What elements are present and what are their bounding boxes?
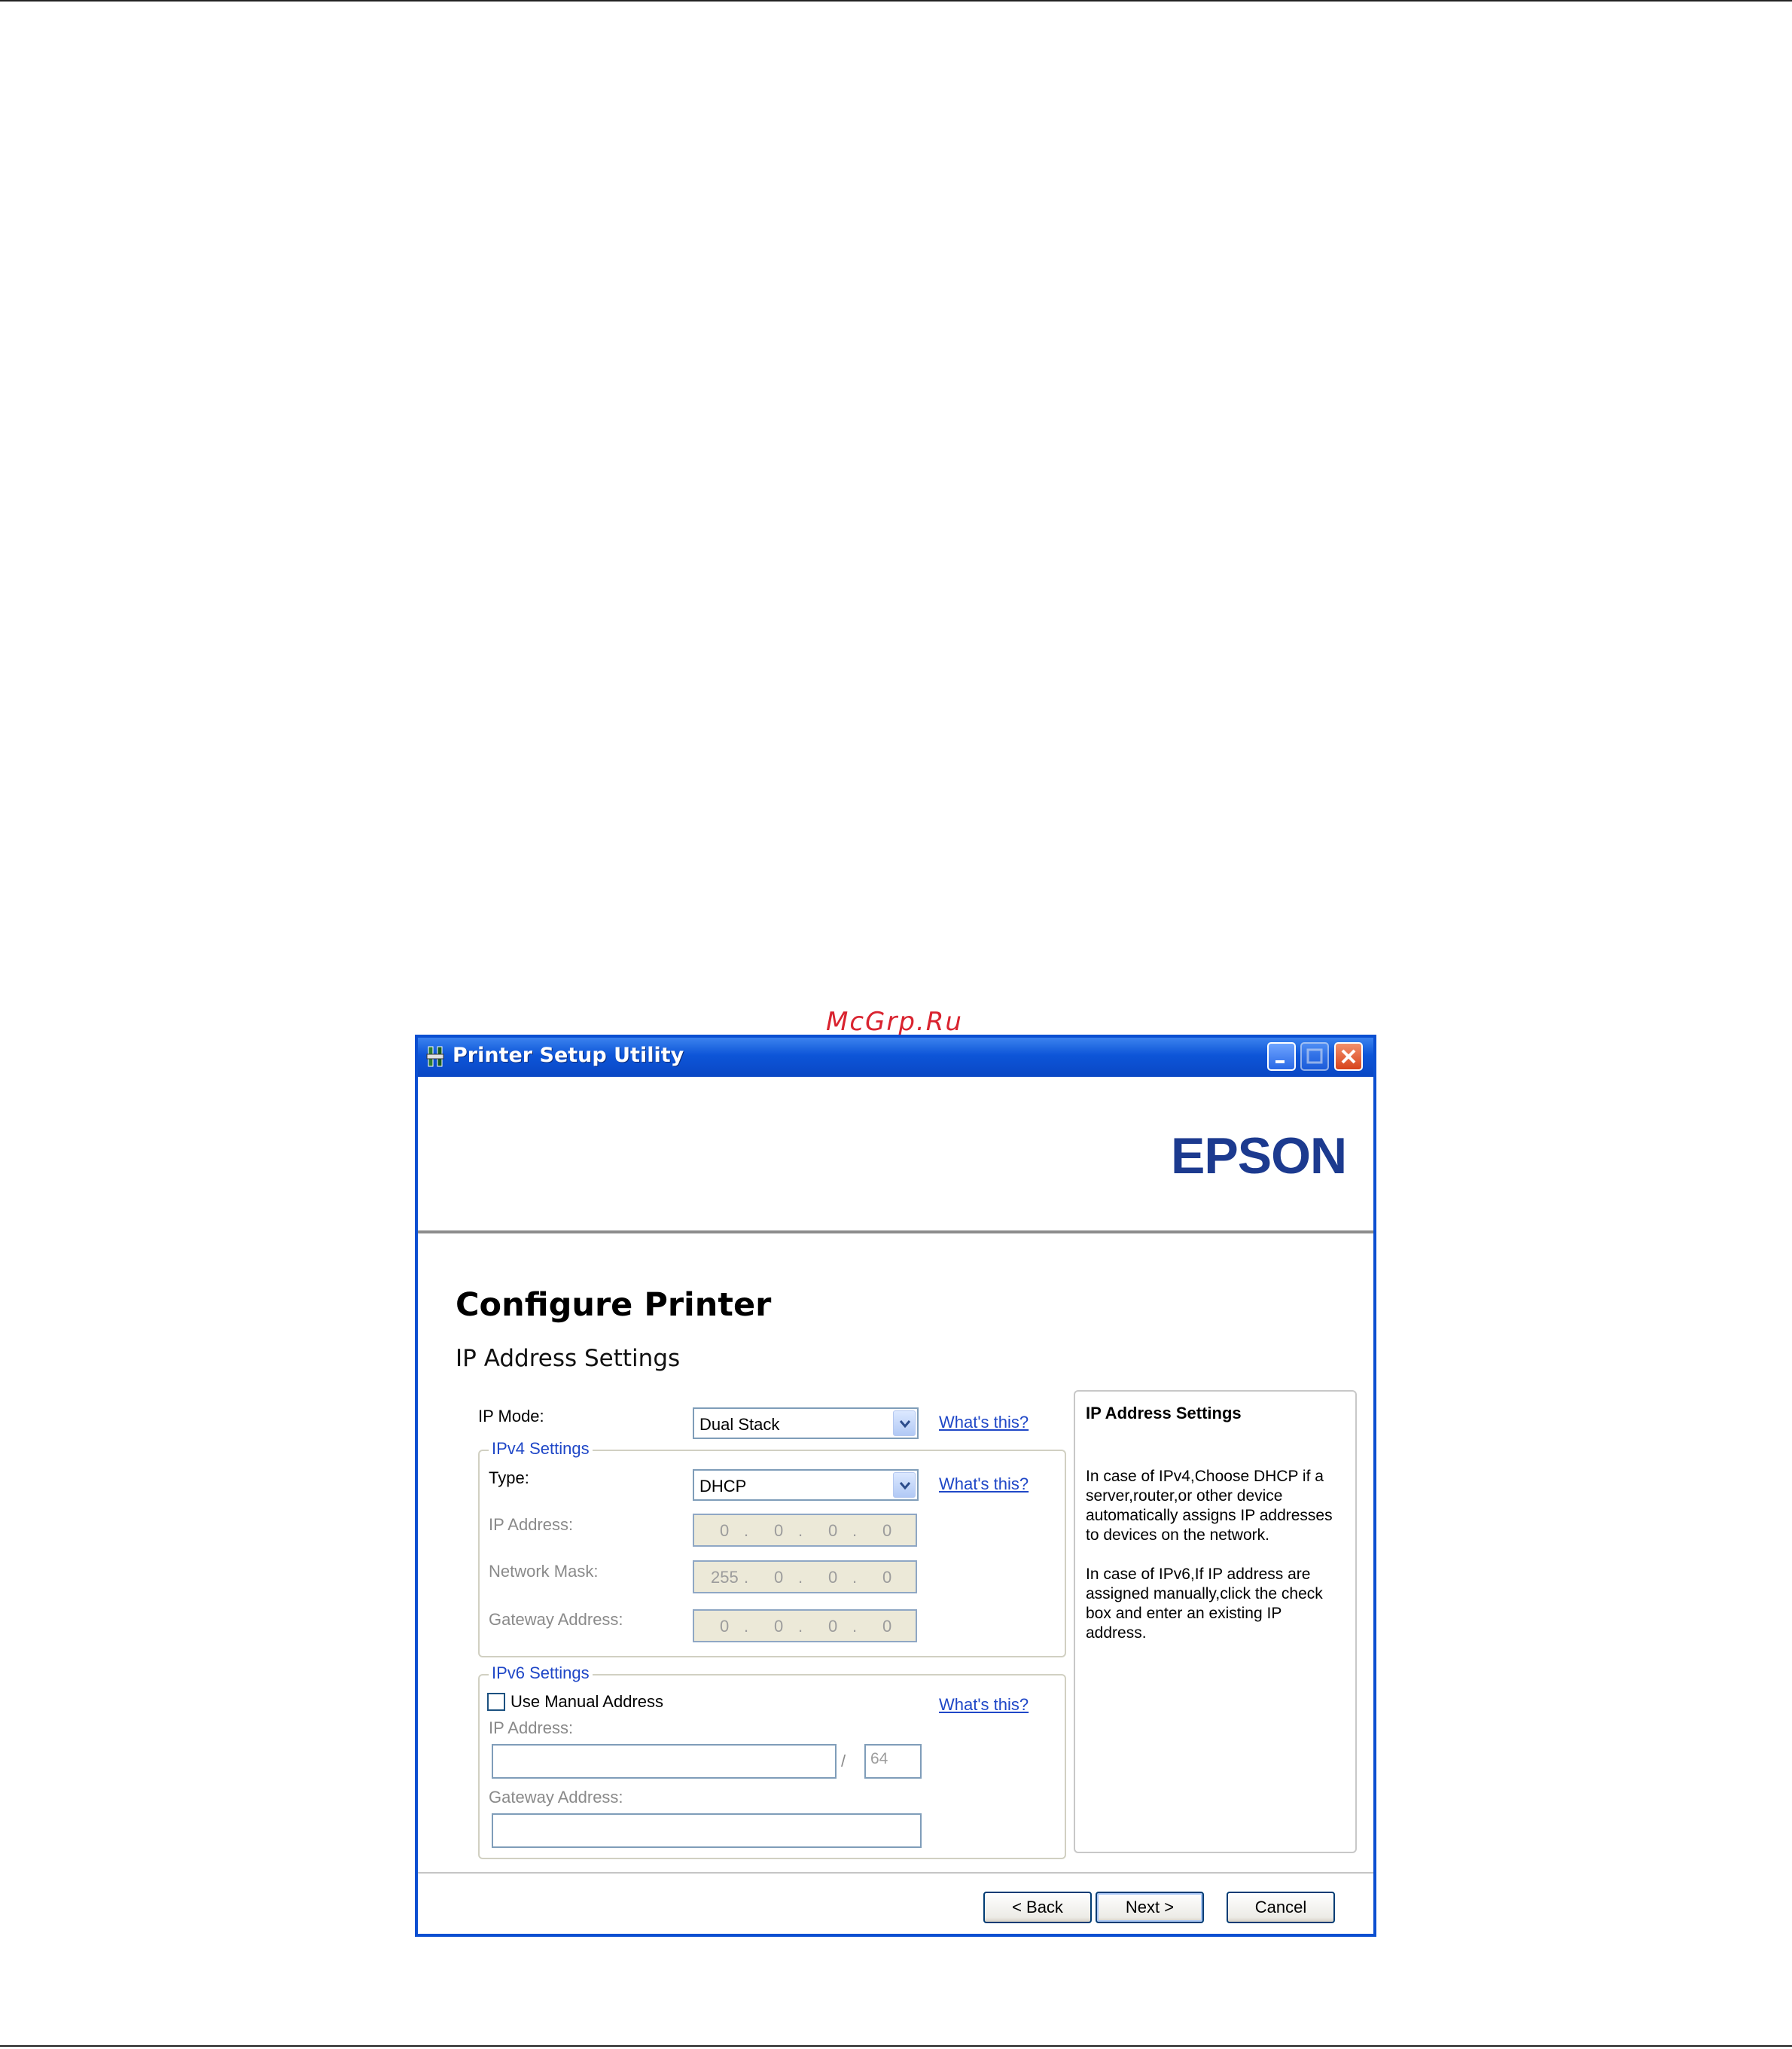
ipv4-type-value: DHCP [699, 1477, 747, 1496]
prefix-separator: / [841, 1752, 846, 1770]
ip-mode-select[interactable]: Dual Stack [693, 1407, 919, 1439]
epson-logo: EPSON [1171, 1127, 1347, 1185]
maximize-icon [1306, 1048, 1323, 1064]
footer-divider [418, 1872, 1373, 1874]
octet-4: 0 [882, 1617, 892, 1636]
ipv4-type-dropdown-button[interactable] [893, 1472, 916, 1498]
minimize-button[interactable] [1267, 1042, 1296, 1071]
octet-1: 0 [720, 1617, 730, 1636]
ipv6-prefix-length-value: 64 [870, 1750, 888, 1767]
watermark: McGrp.Ru [826, 1007, 963, 1037]
octet-dot: . [852, 1617, 858, 1636]
octet-dot: . [744, 1617, 749, 1636]
octet-dot: . [798, 1521, 803, 1540]
printer-setup-window: Printer Setup Utility EPSON Configure Pr… [415, 1035, 1376, 1937]
close-icon [1341, 1049, 1356, 1064]
next-button[interactable]: Next > [1096, 1892, 1204, 1923]
back-button[interactable]: < Back [983, 1892, 1092, 1923]
page-top-rule [0, 0, 1792, 2]
octet-4: 0 [882, 1568, 892, 1587]
maximize-button[interactable] [1300, 1042, 1329, 1071]
header-banner: EPSON [418, 1077, 1373, 1230]
octet-1: 255 [711, 1568, 739, 1587]
minimize-icon [1275, 1060, 1285, 1063]
octet-4: 0 [882, 1521, 892, 1540]
use-manual-address-checkbox[interactable] [487, 1693, 505, 1711]
window-title: Printer Setup Utility [453, 1044, 684, 1067]
octet-3: 0 [828, 1617, 838, 1636]
close-button[interactable] [1334, 1042, 1363, 1071]
page-title: Configure Printer [456, 1286, 772, 1324]
ipv4-type-label: Type: [489, 1468, 529, 1487]
page-subtitle: IP Address Settings [456, 1345, 681, 1372]
octet-dot: . [744, 1521, 749, 1540]
ipv4-ip-address-label: IP Address: [489, 1515, 574, 1534]
use-manual-address-label[interactable]: Use Manual Address [510, 1692, 663, 1712]
header-divider [418, 1230, 1373, 1233]
help-panel-title: IP Address Settings [1086, 1404, 1242, 1422]
octet-1: 0 [720, 1521, 730, 1540]
title-bar[interactable]: Printer Setup Utility [418, 1038, 1373, 1077]
help-panel: IP Address Settings In case of IPv4,Choo… [1074, 1390, 1357, 1853]
ip-mode-label: IP Mode: [478, 1407, 544, 1425]
octet-3: 0 [828, 1568, 838, 1587]
octet-2: 0 [774, 1521, 784, 1540]
ipv6-legend: IPv6 Settings [489, 1663, 593, 1683]
chevron-down-icon [899, 1420, 911, 1429]
ip-mode-dropdown-button[interactable] [893, 1410, 916, 1436]
help-panel-paragraph-ipv6: In case of IPv6,If IP address are assign… [1086, 1566, 1323, 1642]
ipv4-type-select[interactable]: DHCP [693, 1469, 919, 1501]
ipv6-ip-address-label: IP Address: [489, 1718, 574, 1737]
octet-dot: . [798, 1617, 803, 1636]
octet-2: 0 [774, 1568, 784, 1587]
ipv4-legend: IPv4 Settings [489, 1439, 593, 1459]
ipv4-gateway-label: Gateway Address: [489, 1610, 623, 1629]
page-bottom-rule [0, 2045, 1792, 2047]
ipv6-ip-address-input[interactable] [492, 1744, 837, 1779]
ipv4-type-help-link[interactable]: What's this? [939, 1474, 1029, 1494]
ipv4-network-mask-label: Network Mask: [489, 1562, 599, 1581]
help-panel-paragraph-ipv4: In case of IPv4,Choose DHCP if a server,… [1086, 1468, 1333, 1544]
octet-dot: . [798, 1568, 803, 1587]
ipv4-ip-address-input[interactable]: 0 . 0 . 0 . 0 [693, 1514, 917, 1547]
ipv6-prefix-length-input[interactable]: 64 [864, 1744, 922, 1779]
ip-mode-value: Dual Stack [699, 1415, 780, 1434]
octet-dot: . [744, 1568, 749, 1587]
octet-3: 0 [828, 1521, 838, 1540]
ipv6-gateway-label: Gateway Address: [489, 1788, 623, 1807]
ipv6-gateway-input[interactable] [492, 1813, 922, 1848]
octet-2: 0 [774, 1617, 784, 1636]
chevron-down-icon [899, 1482, 911, 1490]
cancel-button[interactable]: Cancel [1227, 1892, 1335, 1923]
ipv4-gateway-input[interactable]: 0 . 0 . 0 . 0 [693, 1609, 917, 1642]
octet-dot: . [852, 1568, 858, 1587]
ipv6-help-link[interactable]: What's this? [939, 1695, 1029, 1715]
octet-dot: . [852, 1521, 858, 1540]
ip-mode-help-link[interactable]: What's this? [939, 1413, 1029, 1432]
ipv4-network-mask-input[interactable]: 255 . 0 . 0 . 0 [693, 1560, 917, 1593]
printer-utility-icon [426, 1046, 444, 1067]
